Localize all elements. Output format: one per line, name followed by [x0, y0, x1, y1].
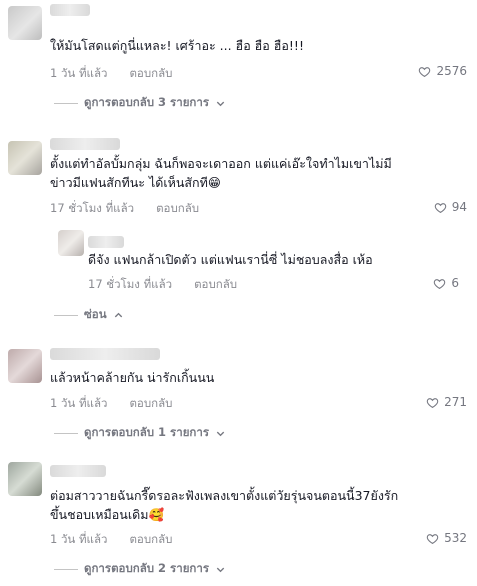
heart-icon [419, 66, 431, 77]
comment-text: ตั้งแต่ทำอัลบั้มกลุ่ม ฉันก็พอจะเดาออก แต… [50, 156, 392, 190]
avatar[interactable] [8, 349, 42, 383]
hide-replies-label: ซ่อน [84, 307, 107, 321]
comment-meta: 1 วัน ที่แล้ว ตอบกลับ [50, 395, 172, 413]
divider-line [54, 102, 78, 104]
like-button[interactable]: 532 [426, 531, 467, 545]
chevron-down-icon [216, 567, 225, 572]
divider-line [54, 432, 78, 434]
reply-time: 17 ชั่วโมง ที่แล้ว [88, 277, 173, 291]
comment-text: ต่อมสาววายฉันกรี๊ดรอละฟังเพลงเขาตั้งแต่ว… [50, 488, 399, 522]
like-button[interactable]: 271 [426, 395, 467, 409]
comment-time: 1 วัน ที่แล้ว [50, 66, 108, 80]
chevron-down-icon [216, 101, 225, 106]
heart-icon [434, 202, 446, 213]
heart-icon [426, 397, 439, 408]
view-replies-label: ดูการตอบกลับ 3 รายการ [84, 95, 210, 109]
comment-meta: 17 ชั่วโมง ที่แล้ว ตอบกลับ [50, 200, 199, 218]
comment-time: 1 วัน ที่แล้ว [50, 532, 108, 546]
divider-line [54, 314, 78, 316]
reply-button[interactable]: ตอบกลับ [129, 65, 172, 83]
comment-text: ให้มันโสดแต่กูนี่แหละ! เศร้าอะ ... ฮือ ฮ… [50, 38, 304, 53]
heart-icon [434, 278, 446, 289]
avatar[interactable] [8, 6, 42, 40]
like-button[interactable]: 94 [434, 200, 467, 214]
chevron-up-icon [114, 312, 122, 317]
avatar[interactable] [8, 462, 42, 496]
like-count: 2576 [436, 64, 467, 78]
username-redacted[interactable] [50, 465, 106, 477]
reply-button[interactable]: ตอบกลับ [129, 395, 172, 413]
reply-text: ดีจัง แฟนกล้าเปิดตัว แต่แฟนเรานี่ซี่ ไม่… [88, 252, 373, 267]
like-count: 6 [451, 276, 459, 290]
view-replies-button[interactable]: ดูการตอบกลับ 1 รายการ [54, 424, 226, 442]
chevron-down-icon [216, 431, 225, 436]
divider-line [54, 568, 78, 570]
like-count: 271 [444, 395, 467, 409]
comment-time: 1 วัน ที่แล้ว [50, 396, 108, 410]
like-count: 94 [451, 200, 467, 214]
hide-replies-button[interactable]: ซ่อน [54, 306, 124, 324]
reply-meta: 17 ชั่วโมง ที่แล้ว ตอบกลับ [88, 276, 237, 294]
comment-meta: 1 วัน ที่แล้ว ตอบกลับ [50, 531, 172, 549]
comment-text: แล้วหน้าคล้ายกัน น่ารักเกิ้นนน [50, 370, 215, 385]
username-redacted[interactable] [88, 236, 124, 248]
like-button[interactable]: 2576 [418, 64, 467, 78]
view-replies-label: ดูการตอบกลับ 1 รายการ [84, 425, 210, 439]
avatar[interactable] [58, 230, 84, 256]
reply-button[interactable]: ตอบกลับ [156, 200, 199, 218]
view-replies-button[interactable]: ดูการตอบกลับ 3 รายการ [54, 94, 226, 112]
comment-meta: 1 วัน ที่แล้ว ตอบกลับ [50, 65, 172, 83]
reply-button[interactable]: ตอบกลับ [129, 531, 172, 549]
avatar[interactable] [8, 141, 42, 175]
view-replies-label: ดูการตอบกลับ 2 รายการ [84, 561, 210, 575]
username-redacted[interactable] [50, 4, 90, 16]
comment-time: 17 ชั่วโมง ที่แล้ว [50, 201, 135, 215]
username-redacted[interactable] [50, 348, 160, 360]
heart-icon [426, 533, 439, 544]
username-redacted[interactable] [50, 138, 120, 150]
reply-button[interactable]: ตอบกลับ [194, 276, 237, 294]
like-button[interactable]: 6 [433, 276, 459, 290]
like-count: 532 [444, 531, 467, 545]
view-replies-button[interactable]: ดูการตอบกลับ 2 รายการ [54, 560, 226, 578]
